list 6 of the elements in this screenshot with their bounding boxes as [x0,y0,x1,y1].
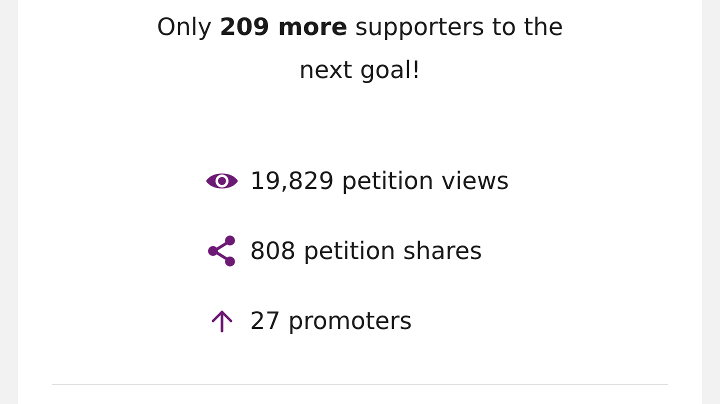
stat-text: 27 promoters [250,307,412,335]
stat-text: 19,829 petition views [250,167,510,195]
share-icon [207,235,237,267]
arrow-up-icon [210,309,234,333]
stat-text: 808 petition shares [250,237,482,265]
goal-message: Only 209 more supporters to the next goal! [156,12,564,86]
